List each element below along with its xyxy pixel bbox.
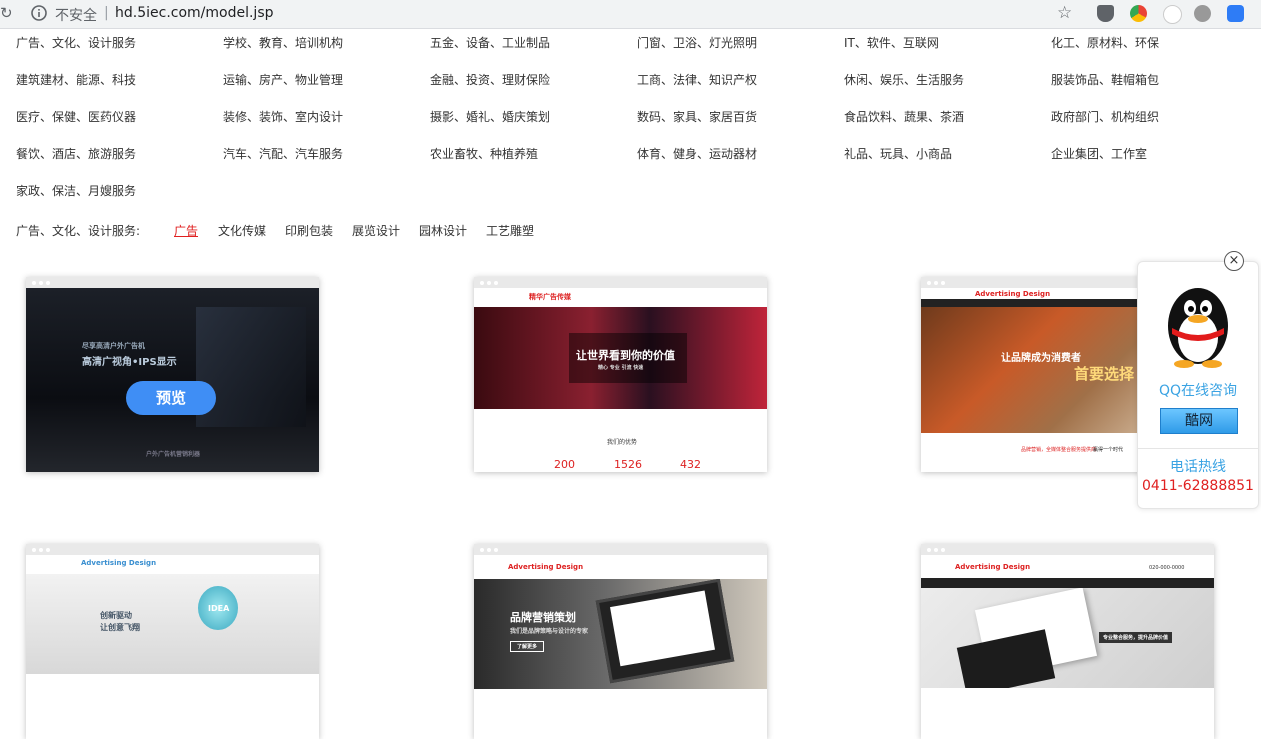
hero-text: 创新驱动 (100, 611, 132, 620)
stat-value: 432 (680, 458, 701, 471)
hero-sub-text: 精心 专业 引流 快速 (598, 365, 644, 371)
chrome-extension-icon[interactable] (1130, 5, 1147, 22)
card-window-bar (474, 277, 767, 288)
hero-text: 让创意飞翔 (100, 623, 140, 632)
browser-address-bar: ↻ 不安全 | hd.5iec.com/model.jsp ☆ (0, 0, 1261, 29)
s-extension-icon[interactable] (1227, 5, 1244, 22)
footer-text: 户外广告机营销利器 (146, 451, 201, 458)
hero-text: 专业整合服务，提升品牌价值 (1099, 632, 1173, 643)
tagline-text: 赢得一个时代 (1093, 447, 1124, 453)
category-link[interactable]: 医疗、保健、医药仪器 (16, 108, 136, 125)
filter-option[interactable]: 工艺雕塑 (486, 222, 534, 239)
template-brand: Advertising Design (508, 563, 584, 571)
category-link[interactable]: 金融、投资、理财保险 (430, 71, 550, 88)
category-link[interactable]: 服装饰品、鞋帽箱包 (1051, 71, 1159, 88)
template-card[interactable]: Advertising Design 品牌营销策划 我们是品牌策略与设计的专家 … (474, 544, 767, 739)
hero-text: 高清广视角•IPS显示 (82, 357, 177, 368)
category-link[interactable]: 家政、保洁、月嫂服务 (16, 182, 136, 199)
category-link[interactable]: 农业畜牧、种植养殖 (430, 145, 538, 162)
filter-option[interactable]: 展览设计 (352, 222, 400, 239)
template-brand: Advertising Design (81, 559, 157, 567)
section-title: 我们的优势 (607, 439, 638, 446)
category-link[interactable]: 企业集团、工作室 (1051, 145, 1147, 162)
qq-consult-label: QQ在线咨询 (1158, 383, 1238, 399)
divider (1138, 448, 1258, 449)
category-link[interactable]: 门窗、卫浴、灯光照明 (637, 34, 757, 51)
category-link[interactable]: 汽车、汽配、汽车服务 (223, 145, 343, 162)
category-link[interactable]: 装修、装饰、室内设计 (223, 108, 343, 125)
hero-accent-text: 首要选择 (1074, 365, 1135, 383)
template-hero-image: 专业整合服务，提升品牌价值 (921, 588, 1214, 688)
hotline-label: 电话热线 (1170, 459, 1226, 475)
qq-chat-button[interactable]: 酷网 (1160, 408, 1238, 434)
category-link[interactable]: 工商、法律、知识产权 (637, 71, 757, 88)
template-hero-image: 让世界看到你的价值 精心 专业 引流 快速 (474, 307, 767, 409)
bookmark-star-icon[interactable]: ☆ (1057, 3, 1072, 23)
insecure-label: 不安全 (55, 8, 97, 24)
qq-penguin-icon (1168, 288, 1228, 368)
template-card[interactable]: 尽享高清户外广告机 高清广视角•IPS显示 预览 户外广告机营销利器 (26, 277, 319, 472)
stat-value: 200 (554, 458, 575, 471)
filter-option[interactable]: 园林设计 (419, 222, 467, 239)
category-link[interactable]: 休闲、娱乐、生活服务 (844, 71, 964, 88)
template-card[interactable]: 精华广告传媒 让世界看到你的价值 精心 专业 引流 快速 我们的优势 200 1… (474, 277, 767, 472)
template-brand: 精华广告传媒 (529, 293, 571, 301)
filter-option[interactable]: 文化传媒 (218, 222, 266, 239)
stat-value: 1526 (614, 458, 642, 471)
red-slash-extension-icon[interactable] (1163, 5, 1182, 24)
category-link[interactable]: 餐饮、酒店、旅游服务 (16, 145, 136, 162)
category-link[interactable]: 广告、文化、设计服务 (16, 34, 136, 51)
category-link[interactable]: 运输、房产、物业管理 (223, 71, 343, 88)
category-link[interactable]: 政府部门、机构组织 (1051, 108, 1159, 125)
hero-sub-text: 我们是品牌策略与设计的专家 (510, 628, 589, 635)
hotline-phone: 0411-62888851 (1142, 478, 1254, 494)
card-window-bar (26, 544, 319, 555)
laptop-icon (595, 579, 735, 684)
category-link[interactable]: 摄影、婚礼、婚庆策划 (430, 108, 550, 125)
category-link[interactable]: 体育、健身、运动器材 (637, 145, 757, 162)
qq-consult-widget: × QQ在线咨询 酷网 电话热线 0411-62888851 (1137, 251, 1259, 509)
category-link[interactable]: 化工、原材料、环保 (1051, 34, 1159, 51)
category-link[interactable]: 礼品、玩具、小商品 (844, 145, 952, 162)
url-separator: | (104, 5, 109, 21)
bulb-text: IDEA (208, 604, 230, 613)
hero-text: 让品牌成为消费者 (1001, 353, 1081, 364)
template-hero-image: 创新驱动 让创意飞翔 IDEA (26, 574, 319, 674)
more-button[interactable]: 了解更多 (510, 641, 545, 652)
category-link[interactable]: 学校、教育、培训机构 (223, 34, 343, 51)
hero-text: 让世界看到你的价值 (576, 349, 675, 362)
category-link[interactable]: IT、软件、互联网 (844, 34, 939, 51)
category-link[interactable]: 食品饮料、蔬果、茶酒 (844, 108, 964, 125)
tagline-text: 品牌营销，全媒体整合服务提供商 (1021, 447, 1097, 453)
hero-text: 品牌营销策划 (510, 611, 576, 624)
template-brand: Advertising Design (975, 290, 1051, 298)
template-phone: 020-000-0000 (1149, 565, 1185, 571)
card-window-bar (26, 277, 319, 288)
translate-extension-icon[interactable] (1194, 5, 1211, 22)
category-link[interactable]: 五金、设备、工业制品 (430, 34, 550, 51)
template-card[interactable]: Advertising Design 020-000-0000 专业整合服务，提… (921, 544, 1214, 739)
template-hero-image: 品牌营销策划 我们是品牌策略与设计的专家 了解更多 (474, 579, 767, 689)
ublock-extension-icon[interactable] (1097, 5, 1114, 22)
template-brand: Advertising Design (955, 563, 1031, 571)
template-card[interactable]: Advertising Design 创新驱动 让创意飞翔 IDEA (26, 544, 319, 739)
card-window-bar (474, 544, 767, 555)
category-link[interactable]: 建筑建材、能源、科技 (16, 71, 136, 88)
preview-button[interactable]: 预览 (126, 381, 216, 415)
filter-option-active[interactable]: 广告 (174, 222, 198, 239)
hero-text: 尽享高清户外广告机 (82, 342, 145, 350)
close-icon[interactable]: × (1224, 251, 1244, 271)
filter-label: 广告、文化、设计服务: (16, 224, 141, 238)
url-text[interactable]: hd.5iec.com/model.jsp (115, 5, 274, 21)
filter-option[interactable]: 印刷包装 (285, 222, 333, 239)
category-link[interactable]: 数码、家具、家居百货 (637, 108, 757, 125)
reload-icon[interactable]: ↻ (0, 4, 13, 22)
info-icon[interactable] (30, 4, 48, 22)
card-window-bar (921, 544, 1214, 555)
